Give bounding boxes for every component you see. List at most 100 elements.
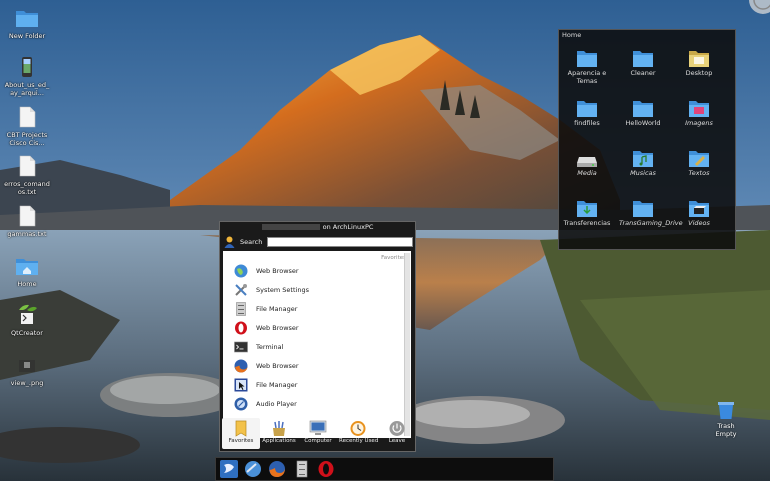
home-item-label: findfiles: [574, 119, 600, 127]
desktop-icon-label: gammas.txt: [7, 230, 47, 238]
menu-item-label: Web Browser: [256, 324, 299, 332]
home-item-label: HelloWorld: [625, 119, 661, 127]
desktop-icon-label: QtCreator: [11, 329, 43, 337]
menu-item-web-browser-3[interactable]: Web Browser: [234, 358, 394, 374]
tab-computer[interactable]: Computer: [299, 418, 337, 449]
settings-tools-icon: [235, 284, 247, 296]
menu-item-web-browser-1[interactable]: Web Browser: [234, 263, 394, 279]
desktop-icon-label: erros_comandos.txt: [4, 180, 50, 196]
kickoff-launcher-button[interactable]: [220, 460, 238, 478]
folder-icon: [16, 11, 38, 27]
phone-image-file-icon: [22, 57, 32, 77]
home-item-cleaner[interactable]: Cleaner: [619, 44, 667, 90]
kickoff-menu-icon: [220, 460, 238, 478]
menu-item-web-browser-2[interactable]: Web Browser: [234, 320, 394, 336]
menu-item-audio-player[interactable]: Audio Player: [234, 396, 394, 412]
tab-label: Leave: [388, 438, 406, 444]
folder-icon: [633, 51, 653, 67]
desktop-icon-cbt[interactable]: CBT Projects Cisco Cis...: [4, 106, 50, 147]
desktop-icon-view-png[interactable]: view_.png: [4, 354, 50, 387]
home-item-aparencia[interactable]: Aparencia e Temas: [563, 44, 611, 90]
taskbar-file-manager[interactable]: [293, 460, 311, 478]
globe-icon: [234, 264, 248, 278]
menu-item-system-settings[interactable]: System Settings: [234, 282, 394, 298]
folder-icon: [633, 101, 653, 117]
qtcreator-icon: [19, 304, 37, 324]
folder-icon: [577, 101, 597, 117]
desktop-icon-erros[interactable]: erros_comandos.txt: [4, 155, 50, 196]
audio-player-icon: [234, 397, 248, 411]
home-folder-window: Home Aparencia e Temas Cleaner Desktop f…: [558, 29, 736, 250]
documents-folder-icon: [689, 151, 709, 167]
search-label: Search: [240, 238, 263, 246]
menu-item-label: Audio Player: [256, 400, 297, 408]
home-item-desktop[interactable]: Desktop: [675, 44, 723, 90]
taskbar-panel: [215, 457, 554, 481]
home-item-textos[interactable]: Textos: [675, 144, 723, 190]
text-file-icon: [19, 106, 36, 128]
home-item-label: Musicas: [630, 169, 656, 177]
menu-item-file-manager-1[interactable]: File Manager: [234, 301, 394, 317]
tab-label: Applications: [262, 438, 296, 444]
tab-recently-used[interactable]: Recently Used: [339, 418, 378, 449]
firefox-icon: [234, 359, 248, 373]
cursor-window-icon: [234, 378, 248, 392]
file-cabinet-icon: [236, 302, 246, 316]
home-item-transferencias[interactable]: Transferencias: [563, 194, 611, 240]
tab-applications[interactable]: Applications: [260, 418, 298, 449]
home-item-videos[interactable]: Videos: [675, 194, 723, 240]
home-item-findfiles[interactable]: findfiles: [563, 94, 611, 140]
application-launcher-menu: on ArchLinuxPC Search Favorites Web Brow…: [219, 221, 416, 452]
menu-tab-bar: Favorites Applications Computer Recently…: [222, 417, 413, 450]
search-input[interactable]: [267, 237, 413, 247]
power-icon: [389, 421, 405, 436]
clock-icon: [350, 421, 366, 436]
list-scrollbar[interactable]: [404, 253, 410, 436]
music-folder-icon: [633, 151, 653, 167]
trash-icon: [718, 402, 734, 419]
menu-item-label: Terminal: [256, 343, 284, 351]
desktop-icon-new-folder[interactable]: New Folder: [4, 7, 50, 40]
desktop-icon-label: New Folder: [8, 32, 46, 40]
home-item-label: TransGaming_Drive: [619, 219, 683, 227]
tab-leave[interactable]: Leave: [378, 418, 416, 449]
menu-item-file-manager-2[interactable]: File Manager: [234, 377, 394, 393]
user-icon: [224, 236, 235, 248]
desktop-icon-home[interactable]: Home: [4, 255, 50, 288]
taskbar-web-browser-3[interactable]: [317, 460, 335, 478]
home-folder-icon: [16, 259, 38, 275]
tab-label: Computer: [304, 438, 332, 444]
desktop-icon-qtcreator[interactable]: QtCreator: [4, 304, 50, 337]
menu-item-label: Web Browser: [256, 362, 299, 370]
corner-widget-icon[interactable]: [748, 0, 770, 18]
opera-icon: [235, 321, 247, 335]
desktop-trash[interactable]: Trash Empty: [706, 400, 746, 438]
tab-label: Favorites: [228, 438, 254, 444]
home-item-transgaming[interactable]: TransGaming_Drive: [619, 194, 683, 240]
tab-favorites[interactable]: Favorites: [222, 418, 260, 449]
home-item-musicas[interactable]: Musicas: [619, 144, 667, 190]
home-item-label: Cleaner: [630, 69, 656, 77]
home-item-helloworld[interactable]: HelloWorld: [619, 94, 667, 140]
menu-item-label: File Manager: [256, 381, 298, 389]
taskbar-web-browser-2[interactable]: [268, 460, 286, 478]
menu-header: on ArchLinuxPC: [220, 222, 415, 233]
desktop-icon-label: About_us_ed_ay_arqui...: [4, 81, 50, 97]
menu-host-label: on ArchLinuxPC: [322, 223, 374, 231]
folder-icon: [577, 51, 597, 67]
taskbar-web-browser-1[interactable]: [244, 460, 262, 478]
menu-item-terminal[interactable]: Terminal: [234, 339, 394, 355]
home-item-label: Imagens: [685, 119, 713, 127]
drive-icon: [577, 157, 597, 167]
desktop-icon-label: view_.png: [10, 379, 44, 387]
computer-icon: [309, 420, 327, 435]
menu-search-row: Search: [224, 236, 413, 248]
terminal-icon: [234, 341, 248, 353]
bookmark-icon: [235, 420, 247, 437]
desktop-icon-about[interactable]: About_us_ed_ay_arqui...: [4, 56, 50, 97]
home-item-media[interactable]: Media: [563, 144, 611, 190]
image-file-icon: [19, 360, 35, 372]
desktop-icon-gammas[interactable]: gammas.txt: [4, 205, 50, 238]
home-item-imagens[interactable]: Imagens: [675, 94, 723, 140]
folder-icon: [633, 201, 653, 217]
